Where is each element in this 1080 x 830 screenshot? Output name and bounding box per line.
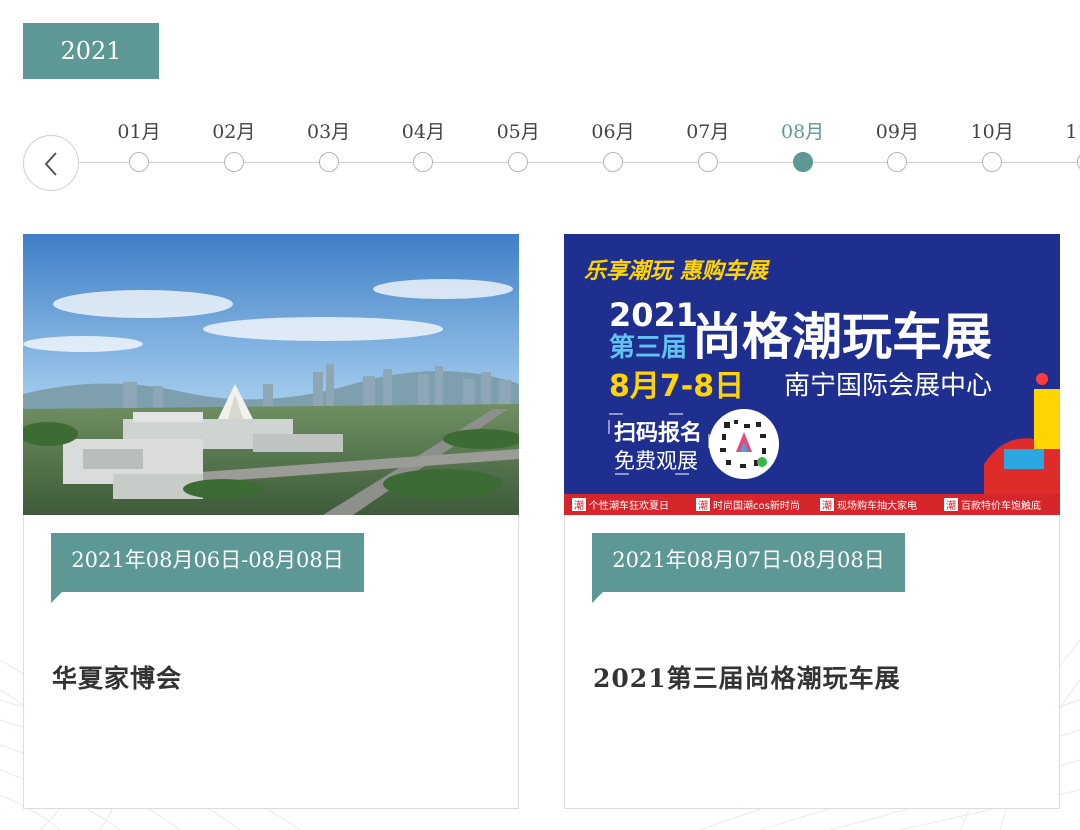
month-label: 02月 bbox=[212, 121, 256, 143]
strip-text: 个性潮车狂欢夏日 bbox=[589, 499, 669, 512]
event-title[interactable]: 华夏家博会 bbox=[52, 659, 182, 695]
month-label: 11月 bbox=[1065, 121, 1080, 143]
month-dot[interactable] bbox=[982, 152, 1003, 172]
month-item[interactable]: 09月 bbox=[867, 120, 927, 172]
month-item[interactable]: 06月 bbox=[583, 120, 643, 172]
month-label: 10月 bbox=[970, 121, 1014, 143]
month-item[interactable]: 02月 bbox=[204, 120, 264, 172]
month-label: 03月 bbox=[307, 121, 351, 143]
chevron-left-icon bbox=[44, 152, 57, 176]
banner-slogan: 乐享潮玩 惠购车展 bbox=[584, 258, 771, 284]
year-tab[interactable]: 2021 bbox=[23, 23, 159, 79]
date-badge-tail bbox=[51, 592, 62, 603]
month-item[interactable]: 03月 bbox=[299, 120, 359, 172]
month-dot[interactable] bbox=[697, 152, 718, 172]
banner-year: 2021 bbox=[609, 296, 698, 334]
qr-code-icon bbox=[709, 409, 779, 479]
month-item[interactable]: 04月 bbox=[393, 120, 453, 172]
month-label: 04月 bbox=[401, 121, 445, 143]
month-dot[interactable] bbox=[129, 152, 149, 172]
event-date-badge: 2021年08月07日-08月08日 bbox=[592, 533, 905, 592]
event-title[interactable]: 2021第三届尚格潮玩车展 bbox=[593, 659, 901, 695]
event-image-car-show-banner[interactable]: 乐享潮玩 惠购车展 2021 第三届 尚格潮玩车展 8月7-8日 南宁国际会展中… bbox=[564, 234, 1060, 515]
month-timeline: 01月 02月 03月 04月 05月 06月 07月 08月 09月 10月 11月 bbox=[0, 110, 1080, 200]
strip-tag: 潮 bbox=[822, 499, 832, 512]
month-dot[interactable] bbox=[792, 152, 813, 172]
strip-tag: 潮 bbox=[946, 499, 956, 512]
banner-free: 免费观展 bbox=[614, 449, 698, 473]
month-label: 01月 bbox=[117, 121, 161, 143]
banner-name: 尚格潮玩车展 bbox=[692, 308, 992, 366]
month-item[interactable]: 11月 bbox=[1057, 120, 1080, 172]
banner-venue: 南宁国际会展中心 bbox=[784, 371, 992, 401]
event-date-badge: 2021年08月06日-08月08日 bbox=[51, 533, 364, 592]
month-dot[interactable] bbox=[508, 152, 529, 172]
month-dot[interactable] bbox=[887, 152, 908, 172]
month-item[interactable]: 08月 bbox=[773, 120, 833, 172]
month-label: 08月 bbox=[781, 121, 825, 143]
month-label: 05月 bbox=[496, 121, 540, 143]
strip-tag: 潮 bbox=[698, 499, 708, 512]
month-label: 07月 bbox=[686, 121, 730, 143]
month-label: 06月 bbox=[591, 121, 635, 143]
date-badge-tail bbox=[592, 592, 603, 603]
event-card[interactable]: 2021年08月06日-08月08日 华夏家博会 bbox=[23, 234, 519, 809]
event-image-convention-center[interactable] bbox=[23, 234, 519, 515]
strip-text: 现场购车抽大家电 bbox=[837, 499, 917, 512]
month-dot[interactable] bbox=[318, 152, 339, 172]
month-dot[interactable] bbox=[603, 152, 623, 172]
month-dot[interactable] bbox=[413, 152, 434, 172]
month-item[interactable]: 01月 bbox=[109, 120, 169, 172]
strip-text: 百款特价车饱触底 bbox=[961, 499, 1041, 512]
page: 2021 01月 02月 03月 04月 05月 06月 07月 08月 09月 10月 11月 bbox=[0, 0, 1080, 830]
strip-text: 时尚国潮cos新时尚 bbox=[713, 499, 800, 512]
banner-scan: 扫码报名 bbox=[614, 420, 702, 446]
month-dot[interactable] bbox=[223, 152, 244, 172]
event-card[interactable]: 乐享潮玩 惠购车展 2021 第三届 尚格潮玩车展 8月7-8日 南宁国际会展中… bbox=[564, 234, 1060, 809]
month-item[interactable]: 10月 bbox=[962, 120, 1022, 172]
strip-tag: 潮 bbox=[574, 499, 584, 512]
banner-edition: 第三届 bbox=[609, 332, 687, 363]
prev-button[interactable] bbox=[23, 135, 79, 191]
month-item[interactable]: 05月 bbox=[488, 120, 548, 172]
month-label: 09月 bbox=[875, 121, 919, 143]
banner-date: 8月7-8日 bbox=[609, 369, 744, 404]
month-item[interactable]: 07月 bbox=[678, 120, 738, 172]
